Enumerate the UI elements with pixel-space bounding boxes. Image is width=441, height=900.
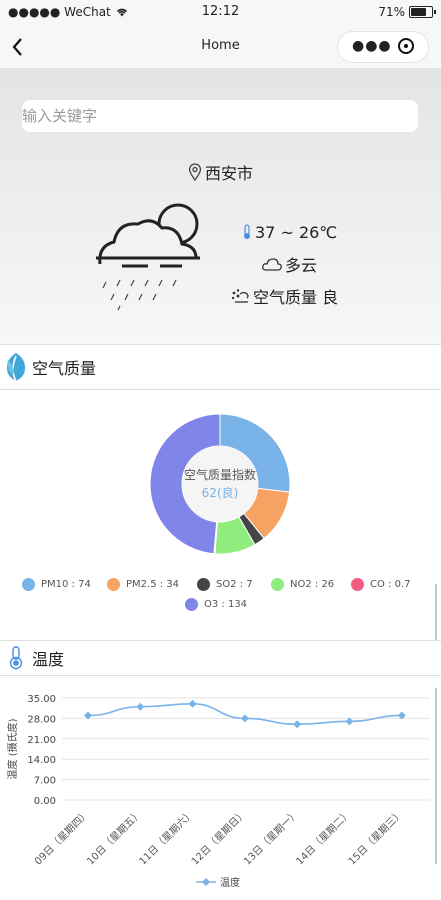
weather-info: 37 ~ 26℃ 多云 空气质量 良	[230, 216, 380, 312]
condition-row: 多云	[262, 248, 380, 280]
battery-percent: 71%	[378, 5, 405, 19]
cloudy-rain-weather-icon	[96, 203, 200, 311]
leaf-icon	[6, 353, 26, 382]
legend-label: PM2.5 : 34	[126, 579, 180, 590]
legend-diamond-marker	[202, 878, 210, 886]
mini-program-capsule: ●●●	[337, 31, 429, 63]
legend-item-o3[interactable]: O3 : 134	[185, 598, 247, 611]
y-tick-label: 14.00	[27, 755, 56, 766]
legend-item-pm10[interactable]: PM10 : 74	[22, 578, 91, 591]
x-tick-label: 09日（星期四）	[32, 808, 92, 868]
aqi-label: 空气质量指数	[183, 468, 256, 482]
legend-label: PM10 : 74	[41, 579, 91, 590]
temperature-section-title: 温度	[32, 650, 65, 669]
y-tick-label: 21.00	[27, 735, 56, 746]
target-icon[interactable]	[398, 38, 414, 54]
dust-icon	[231, 289, 249, 303]
air-quality-section-title: 空气质量	[32, 359, 97, 378]
more-icon[interactable]: ●●●	[352, 38, 392, 54]
air-quality-donut-chart: 空气质量指数 62(良)	[148, 412, 292, 556]
x-tick-label: 11日（星期六）	[137, 808, 197, 868]
y-tick-label: 7.00	[34, 776, 56, 787]
location-pin-icon	[188, 163, 202, 181]
legend-item-pm25[interactable]: PM2.5 : 34	[107, 578, 179, 591]
legend-label: SO2 : 7	[216, 579, 253, 590]
status-time: 12:12	[201, 4, 240, 19]
x-tick-label: 14日（星期二）	[294, 808, 354, 868]
legend-label: O3 : 134	[204, 599, 248, 610]
scroll-indicator	[435, 584, 437, 640]
legend-dot	[22, 578, 35, 591]
legend-dot	[197, 578, 210, 591]
legend-dot	[351, 578, 364, 591]
legend-item-so2[interactable]: SO2 : 7	[197, 578, 253, 591]
legend-dot	[107, 578, 120, 591]
temperature-range: 37 ~ 26℃	[255, 222, 338, 242]
battery-icon	[409, 6, 436, 18]
legend-label: CO : 0.7	[370, 579, 411, 590]
weather-condition: 多云	[285, 256, 318, 275]
temperature-legend[interactable]: 温度	[196, 876, 240, 889]
y-tick-label: 0.00	[34, 796, 56, 807]
y-axis-label: 温度 (摄氏度)	[6, 718, 19, 779]
thermometer-flask-icon	[9, 646, 23, 670]
thermometer-icon	[244, 224, 250, 239]
donut-center-text: 空气质量指数 62(良)	[148, 466, 292, 502]
legend-label: NO2 : 26	[290, 579, 335, 590]
battery-area: 71%	[378, 5, 436, 19]
temperature-point[interactable]	[240, 714, 249, 723]
legend-dot	[185, 598, 198, 611]
status-bar: ●●●●● WeChat 12:12 71%	[0, 0, 441, 24]
x-tick-label: 15日（星期三）	[346, 808, 406, 868]
x-tick-label: 12日（星期日）	[189, 808, 249, 868]
legend-item-co[interactable]: CO : 0.7	[351, 578, 410, 591]
y-tick-label: 28.00	[27, 714, 56, 725]
temperature-point[interactable]	[188, 699, 197, 708]
chart-scroll-indicator	[435, 688, 437, 864]
city-name: 西安市	[204, 164, 253, 183]
legend-dot	[271, 578, 284, 591]
grid-lines	[62, 697, 430, 801]
cloud-icon	[262, 258, 282, 271]
air-quality-text: 空气质量 良	[253, 288, 339, 307]
temperature-point[interactable]	[136, 702, 145, 711]
temperature-point[interactable]	[293, 720, 302, 729]
temperature-row: 37 ~ 26℃	[242, 216, 380, 248]
air-quality-row: 空气质量 良	[230, 280, 380, 312]
legend-item-no2[interactable]: NO2 : 26	[271, 578, 334, 591]
aqi-value: 62(良)	[201, 486, 239, 500]
temperature-section-header: 温度	[0, 640, 441, 676]
y-tick-label: 35.00	[27, 694, 56, 705]
legend-series-label: 温度	[220, 876, 240, 889]
x-tick-label: 10日（星期五）	[85, 808, 145, 868]
search-input[interactable]	[22, 100, 418, 132]
nav-bar: Home ●●●	[0, 24, 441, 68]
location-row: 西安市	[0, 160, 441, 184]
temperature-line-chart: 0.00 7.00 14.00 21.00 28.00 35.00 温度 (摄氏度) 09日（…	[6, 694, 430, 889]
weather-hero: 西安市 37 ~ 26℃ 多云 空气质量 良	[0, 68, 441, 344]
air-quality-section-header: 空气质量	[0, 344, 441, 390]
x-tick-label: 13日（星期一）	[241, 808, 301, 868]
